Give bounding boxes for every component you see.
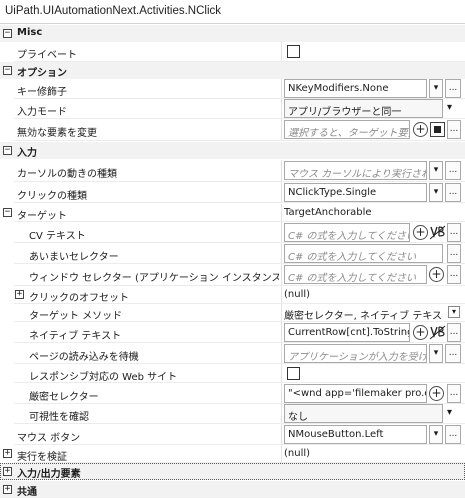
plus-circle-icon[interactable]: + bbox=[429, 267, 444, 282]
prop-target[interactable]: − ターゲット TargetAnchorable bbox=[0, 204, 465, 222]
key-modifiers-field[interactable]: NKeyModifiers.None bbox=[284, 79, 427, 98]
expand-icon[interactable]: + bbox=[3, 449, 12, 458]
chevron-down-icon[interactable]: ▾ bbox=[447, 407, 452, 418]
prop-key-modifiers[interactable]: キー修飾子 NKeyModifiers.None ▾ ... bbox=[0, 79, 465, 99]
wait-page-load-field[interactable]: アプリケーションが入力を受け入れ bbox=[284, 344, 427, 363]
expression-editor-icon[interactable] bbox=[430, 122, 445, 137]
change-disabled-field[interactable]: 選択すると、ターゲット要素が bbox=[284, 120, 410, 139]
ellipsis-button[interactable]: ... bbox=[447, 323, 461, 342]
prop-click-type[interactable]: クリックの種類 NClickType.Single ▾ ... bbox=[0, 182, 465, 203]
dropdown-button[interactable]: ▾ bbox=[429, 344, 443, 363]
dropdown-button[interactable]: ▾ bbox=[429, 161, 443, 180]
prop-change-disabled[interactable]: 無効な要素を変更 選択すると、ターゲット要素が + ... bbox=[0, 119, 465, 141]
native-text-input[interactable]: CurrentRow[cnt].ToString() bbox=[284, 323, 410, 342]
ellipsis-button[interactable]: ... bbox=[445, 161, 461, 180]
prop-strict-selector[interactable]: 厳密セレクター "<wnd app='filemaker pro.exe + .… bbox=[0, 383, 465, 404]
dropdown-button[interactable]: ▾ bbox=[429, 183, 443, 202]
ellipsis-button[interactable]: ... bbox=[447, 265, 461, 284]
chevron-down-icon[interactable]: ▾ bbox=[448, 306, 460, 318]
ellipsis-button[interactable]: ... bbox=[447, 244, 461, 263]
prop-label: プライベート bbox=[17, 50, 77, 61]
plus-circle-icon[interactable]: + bbox=[429, 386, 444, 401]
target-value: TargetAnchorable bbox=[284, 207, 372, 218]
cursor-motion-field[interactable]: マウス カーソルにより実行される動 bbox=[284, 161, 427, 180]
window-title: UiPath.UIAutomationNext.Activities.NClic… bbox=[0, 0, 465, 24]
fuzzy-selector-input[interactable]: C# の式を入力してください bbox=[284, 244, 443, 263]
prop-native-text[interactable]: ネイティブ テキスト CurrentRow[cnt].ToString() + … bbox=[0, 322, 465, 343]
private-checkbox[interactable] bbox=[287, 45, 300, 58]
prop-cv-text[interactable]: CV テキスト C# の式を入力してください + ... bbox=[0, 222, 465, 243]
prop-fuzzy-selector[interactable]: あいまいセレクター C# の式を入力してください ... bbox=[0, 243, 465, 264]
prop-private[interactable]: プライベート bbox=[0, 42, 465, 62]
plus-circle-icon[interactable]: + bbox=[413, 325, 428, 340]
prop-verify-visibility[interactable]: 可視性を確認 なし ▾ bbox=[0, 404, 465, 424]
prop-wait-page-load[interactable]: ページの読み込みを待機 アプリケーションが入力を受け入れ ▾ ... bbox=[0, 343, 465, 364]
prop-cursor-motion[interactable]: カーソルの動きの種類 マウス カーソルにより実行される動 ▾ ... bbox=[0, 160, 465, 182]
collapse-icon[interactable]: − bbox=[3, 146, 12, 155]
prop-target-method[interactable]: ターゲット メソッド 厳密セレクター, ネイティブ テキスト ▾ bbox=[0, 304, 465, 322]
category-common[interactable]: + 共通 bbox=[0, 481, 465, 498]
plus-circle-icon[interactable]: + bbox=[413, 225, 428, 240]
vb-expression-icon[interactable] bbox=[429, 325, 446, 340]
prop-input-mode[interactable]: 入力モード アプリ/ブラウザーと同一 ▾ bbox=[0, 99, 465, 119]
click-offset-value: (null) bbox=[284, 289, 311, 300]
plus-circle-icon[interactable]: + bbox=[413, 122, 428, 137]
expand-icon[interactable]: + bbox=[3, 485, 12, 494]
vb-expression-icon[interactable] bbox=[429, 225, 446, 240]
dropdown-button[interactable]: ▾ bbox=[429, 425, 443, 444]
prop-click-offset[interactable]: + クリックのオフセット (null) bbox=[0, 286, 465, 304]
prop-mouse-button[interactable]: マウス ボタン NMouseButton.Left ▾ ... bbox=[0, 424, 465, 445]
ellipsis-button[interactable]: ... bbox=[447, 223, 461, 242]
ellipsis-button[interactable]: ... bbox=[445, 183, 461, 202]
click-type-field[interactable]: NClickType.Single bbox=[284, 183, 427, 202]
category-io-elements[interactable]: + 入力/出力要素 bbox=[0, 463, 465, 480]
category-options[interactable]: − オプション bbox=[0, 62, 465, 79]
strict-selector-input[interactable]: "<wnd app='filemaker pro.exe bbox=[284, 384, 427, 403]
window-selector-input[interactable]: C# の式を入力してください bbox=[284, 265, 427, 284]
target-method-value[interactable]: 厳密セレクター, ネイティブ テキスト bbox=[284, 307, 444, 322]
expand-icon[interactable]: + bbox=[15, 290, 24, 299]
category-misc[interactable]: − Misc bbox=[0, 25, 465, 42]
collapse-icon[interactable]: − bbox=[3, 29, 12, 38]
prop-window-selector[interactable]: ウィンドウ セレクター (アプリケーション インスタンス) C# の式を入力して… bbox=[0, 264, 465, 286]
dropdown-button[interactable]: ▾ bbox=[429, 79, 443, 98]
ellipsis-button[interactable]: ... bbox=[445, 425, 461, 444]
responsive-web-checkbox[interactable] bbox=[287, 367, 300, 380]
ellipsis-button[interactable]: ... bbox=[445, 79, 461, 98]
prop-verify-execution[interactable]: + 実行を検証 (null) bbox=[0, 445, 465, 463]
cv-text-input[interactable]: C# の式を入力してください bbox=[284, 223, 410, 242]
input-mode-select[interactable]: アプリ/ブラウザーと同一 bbox=[284, 99, 443, 118]
ellipsis-button[interactable]: ... bbox=[447, 120, 461, 139]
collapse-icon[interactable]: − bbox=[3, 208, 12, 217]
expand-icon[interactable]: + bbox=[3, 467, 12, 476]
chevron-down-icon[interactable]: ▾ bbox=[447, 102, 452, 113]
ellipsis-button[interactable]: ... bbox=[447, 384, 461, 403]
verify-visibility-select[interactable]: なし bbox=[284, 404, 443, 423]
mouse-button-field[interactable]: NMouseButton.Left bbox=[284, 425, 427, 444]
verify-execution-value: (null) bbox=[284, 448, 311, 459]
prop-responsive-web[interactable]: レスポンシブ対応の Web サイト bbox=[0, 364, 465, 383]
ellipsis-button[interactable]: ... bbox=[445, 344, 461, 363]
category-input[interactable]: − 入力 bbox=[0, 142, 465, 159]
collapse-icon[interactable]: − bbox=[3, 66, 12, 75]
